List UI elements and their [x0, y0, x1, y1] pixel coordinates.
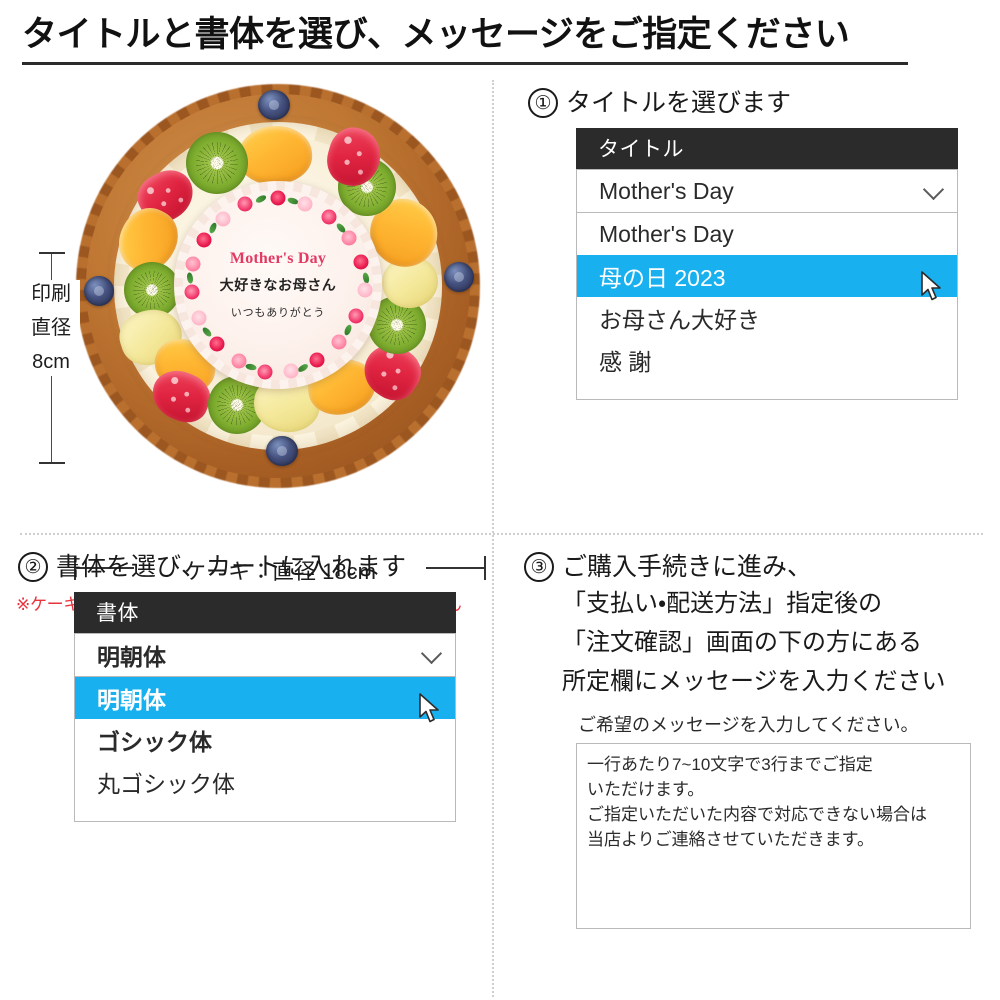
step-1-heading: ① タイトルを選びます [528, 88, 988, 118]
header-underline [22, 62, 908, 65]
fruit-blueberry [266, 436, 298, 466]
font-option[interactable]: 丸ゴシック体 [75, 761, 455, 803]
divider-vertical-top [492, 80, 494, 533]
font-dropdown: 書体 明朝体 明朝体 ゴシック体 丸ゴシック体 [74, 592, 456, 822]
title-select[interactable]: Mother's Day [576, 169, 958, 213]
title-option[interactable]: 感 謝 [577, 339, 957, 381]
step-3-heading: ③ ご購入手続きに進み、 [524, 552, 994, 582]
page-title: タイトルと書体を選び、メッセージをご指定ください [22, 15, 850, 54]
print-label-3: 8cm [32, 351, 70, 373]
message-textarea[interactable]: 一行あたり7~10文字で3行までご指定 いただけます。 ご指定いただいた内容で対… [576, 743, 971, 929]
font-option[interactable]: ゴシック体 [75, 719, 455, 761]
step-3-line-1: ご購入手続きに進み、 [562, 553, 813, 581]
step-1-title: タイトルを選びます [566, 89, 792, 117]
cake-illustration: Mother's Day 大好きなお母さん いつもありがとう [76, 84, 480, 488]
print-diameter-labels: 印刷 直径 8cm [22, 280, 80, 376]
chevron-down-icon [922, 178, 945, 201]
step-2-title: 書体を選び、カートに入れます [56, 553, 407, 581]
step-3-body: 「支払い・配送方法」指定後の 「注文確認」画面の下の方にある 所定欄にメッセージ… [562, 584, 994, 701]
title-option-selected[interactable]: 母の日 2023 [577, 255, 957, 297]
chevron-down-icon [420, 642, 443, 665]
plate-text-block: Mother's Day 大好きなお母さん いつもありがとう [183, 190, 373, 380]
font-select-value: 明朝体 [97, 645, 166, 670]
title-dropdown: タイトル Mother's Day Mother's Day 母の日 2023 … [576, 128, 958, 400]
dimension-tick-bottom [39, 462, 65, 464]
page-root: タイトルと書体を選び、メッセージをご指定ください Mother's Day 大好… [0, 0, 1000, 1000]
plate-line-main: 大好きなお母さん [219, 279, 337, 294]
dimension-tick-top [39, 252, 65, 254]
title-dropdown-header: タイトル [576, 128, 958, 169]
step-2-section: ② 書体を選び、カートに入れます 書体 明朝体 明朝体 ゴシック体 丸ゴシック体 [18, 552, 488, 822]
fruit-blueberry [258, 90, 290, 120]
font-dropdown-header: 書体 [74, 592, 456, 633]
plate-face: Mother's Day 大好きなお母さん いつもありがとう [183, 190, 373, 380]
print-diameter-dimension: 印刷 直径 8cm [22, 252, 80, 464]
step-2-number: ② [18, 552, 48, 582]
cake-image: Mother's Day 大好きなお母さん いつもありがとう [76, 84, 480, 488]
divider-vertical-bottom [492, 535, 494, 997]
step-2-heading: ② 書体を選び、カートに入れます [18, 552, 488, 582]
title-option[interactable]: Mother's Day [577, 213, 957, 255]
title-select-value: Mother's Day [599, 177, 734, 204]
font-option-list: 明朝体 ゴシック体 丸ゴシック体 [74, 677, 456, 822]
fruit-blueberry [444, 262, 474, 292]
step-1-section: ① タイトルを選びます タイトル Mother's Day Mother's D… [528, 88, 988, 400]
title-option-list: Mother's Day 母の日 2023 お母さん大好き 感 謝 [576, 213, 958, 400]
step-3-line-3: 「注文確認」画面の下の方にある [562, 629, 922, 656]
step-1-number: ① [528, 88, 558, 118]
page-header: タイトルと書体を選び、メッセージをご指定ください [22, 12, 978, 65]
step-3-number: ③ [524, 552, 554, 582]
font-select[interactable]: 明朝体 [74, 633, 456, 677]
step-3-line-2: 「支払い・配送方法」指定後の [562, 590, 883, 617]
title-option[interactable]: お母さん大好き [577, 297, 957, 339]
plate-line-sub: いつもありがとう [230, 307, 326, 319]
cake-message-plate: Mother's Day 大好きなお母さん いつもありがとう [174, 181, 382, 389]
message-input-label: ご希望のメッセージを入力してください。 [578, 715, 919, 735]
fruit-blueberry [84, 276, 114, 306]
print-label-1: 印刷 [31, 283, 71, 305]
print-label-2: 直径 [31, 317, 71, 339]
font-option-selected[interactable]: 明朝体 [75, 677, 455, 719]
cake-preview-panel: Mother's Day 大好きなお母さん いつもありがとう 印刷 直径 8cm [0, 82, 492, 614]
plate-title-en: Mother's Day [229, 250, 327, 267]
step-3-line-4: 所定欄にメッセージを入力ください [562, 668, 946, 695]
step-3-section: ③ ご購入手続きに進み、 「支払い・配送方法」指定後の 「注文確認」画面の下の方… [524, 552, 994, 929]
